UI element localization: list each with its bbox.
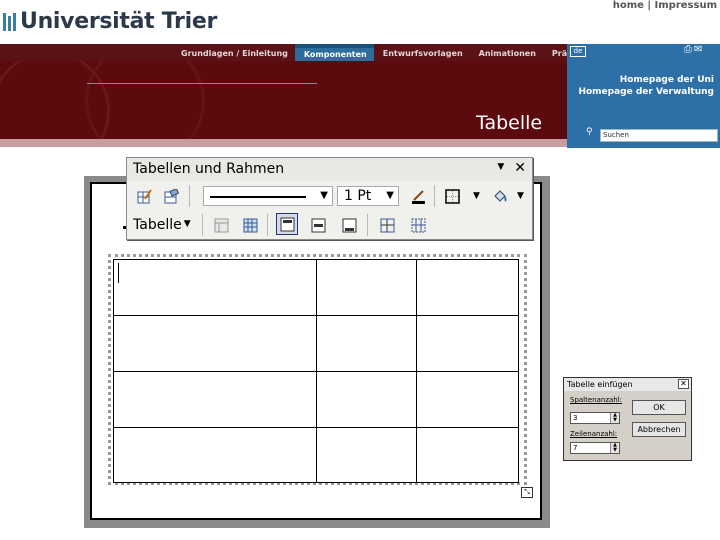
chevron-down-icon: ▼ [320,190,328,201]
logo-mark-icon [1,10,19,32]
nav-item-grundlagen[interactable]: Grundlagen / Einleitung [172,44,295,61]
close-icon[interactable]: ✕ [678,379,689,389]
search-icon: ⚲ [586,127,593,137]
chevron-down-icon[interactable]: ▼ [473,191,480,201]
align-top-icon [280,217,295,232]
rows-label: Zeilenanzahl: [570,430,618,438]
spin-arrows-icon[interactable]: ▲ ▼ [610,413,619,423]
toolbar-separator [434,185,435,207]
toolbar-separator [367,214,368,236]
nav-item-komponenten[interactable]: Komponenten [294,44,374,61]
align-center-icon [311,218,326,233]
search-input[interactable]: Suchen [600,129,718,142]
draw-table-button[interactable] [133,185,155,207]
eraser-icon [164,189,179,204]
panel-icons: ⎙✉ [684,44,704,55]
impressum-link[interactable]: Impressum [655,0,717,11]
top-links: home | Impressum [613,0,717,11]
align-center-button[interactable] [307,214,329,236]
columns-value: 3 [573,414,578,422]
banner-strip [0,139,567,147]
merge-cells-icon [214,218,229,233]
ok-button[interactable]: OK [632,400,686,415]
line-weight-value: 1 Pt [344,188,372,204]
align-bottom-icon [342,218,357,233]
main-nav: Grundlagen / Einleitung Komponenten Entw… [172,44,617,61]
chevron-down-icon: ▼ [183,219,191,229]
text-cursor [118,263,119,283]
table-menu-label: Tabelle [133,217,182,233]
slide: Universität Trier home | Impressum Grund… [0,0,720,540]
table-column-border [416,259,417,483]
distribute-rows-button[interactable] [376,214,398,236]
columns-label: Spaltenanzahl: [570,396,623,404]
seal-decoration [85,61,205,139]
columns-stepper[interactable]: 3 ▲ ▼ [570,412,620,424]
draw-table-icon [137,189,152,204]
shading-color-button[interactable] [488,185,510,207]
rows-value: 7 [573,444,578,452]
language-switch[interactable]: de [570,46,586,57]
nav-item-entwurfsvorlagen[interactable]: Entwurfsvorlagen [374,44,470,61]
distribute-columns-icon [411,218,426,233]
table-menu-button[interactable]: Tabelle ▼ [133,217,191,233]
line-style-preview [210,196,306,198]
outside-border-icon [445,189,460,204]
print-icon[interactable]: ⎙ [684,44,694,55]
split-cells-button[interactable] [239,214,261,236]
chevron-down-icon[interactable]: ▼ [517,191,524,201]
split-cells-icon [243,218,258,233]
table-resize-handle[interactable]: ⤡ [521,487,533,498]
toolbar-bottom-edge [87,83,317,84]
merge-cells-button[interactable] [210,214,232,236]
outside-border-button[interactable] [441,185,463,207]
university-logo[interactable]: Universität Trier [0,2,217,40]
toolbar-separator [202,214,203,236]
close-icon[interactable]: ✕ [514,160,526,176]
rows-stepper[interactable]: 7 ▲ ▼ [570,442,620,454]
pen-color-icon [412,190,425,204]
top-links-separator: | [647,0,652,11]
tables-borders-toolbar: Tabellen und Rahmen ▼ ✕ ▼ 1 Pt ▼ ▼ ▼ Tab… [126,157,533,240]
toolbar-separator [267,214,268,236]
line-style-dropdown[interactable]: ▼ [203,186,333,206]
nav-item-animationen[interactable]: Animationen [470,44,543,61]
distribute-rows-icon [380,218,395,233]
align-bottom-button[interactable] [338,214,360,236]
toolbar-controls: ▼ ✕ [497,160,526,176]
cancel-button[interactable]: Abbrechen [632,422,686,437]
shading-bucket-icon [494,190,507,202]
border-color-button[interactable] [407,185,429,207]
dialog-title: Tabelle einfügen [564,378,691,391]
admin-homepage-link[interactable]: Homepage der Verwaltung [578,87,714,97]
line-weight-dropdown[interactable]: 1 Pt ▼ [337,186,399,206]
align-top-button[interactable] [276,213,298,235]
distribute-columns-button[interactable] [407,214,429,236]
mail-icon[interactable]: ✉ [694,44,704,55]
toolbar-titlebar[interactable]: Tabellen und Rahmen ▼ ✕ [127,158,532,181]
logo-text: Universität Trier [20,8,218,34]
spin-arrows-icon[interactable]: ▲ ▼ [610,443,619,453]
table-column-border [316,259,317,483]
page-title: Tabelle [476,112,543,134]
uni-homepage-link[interactable]: Homepage der Uni [620,75,714,85]
home-link[interactable]: home [613,0,644,11]
eraser-button[interactable] [160,185,182,207]
toolbar-title: Tabellen und Rahmen [133,161,285,177]
toolbar-options-icon[interactable]: ▼ [497,162,504,172]
toolbar-separator [189,185,190,207]
chevron-down-icon: ▼ [386,190,394,201]
insert-table-dialog: Tabelle einfügen ✕ Spaltenanzahl: 3 ▲ ▼ Z… [563,377,692,461]
